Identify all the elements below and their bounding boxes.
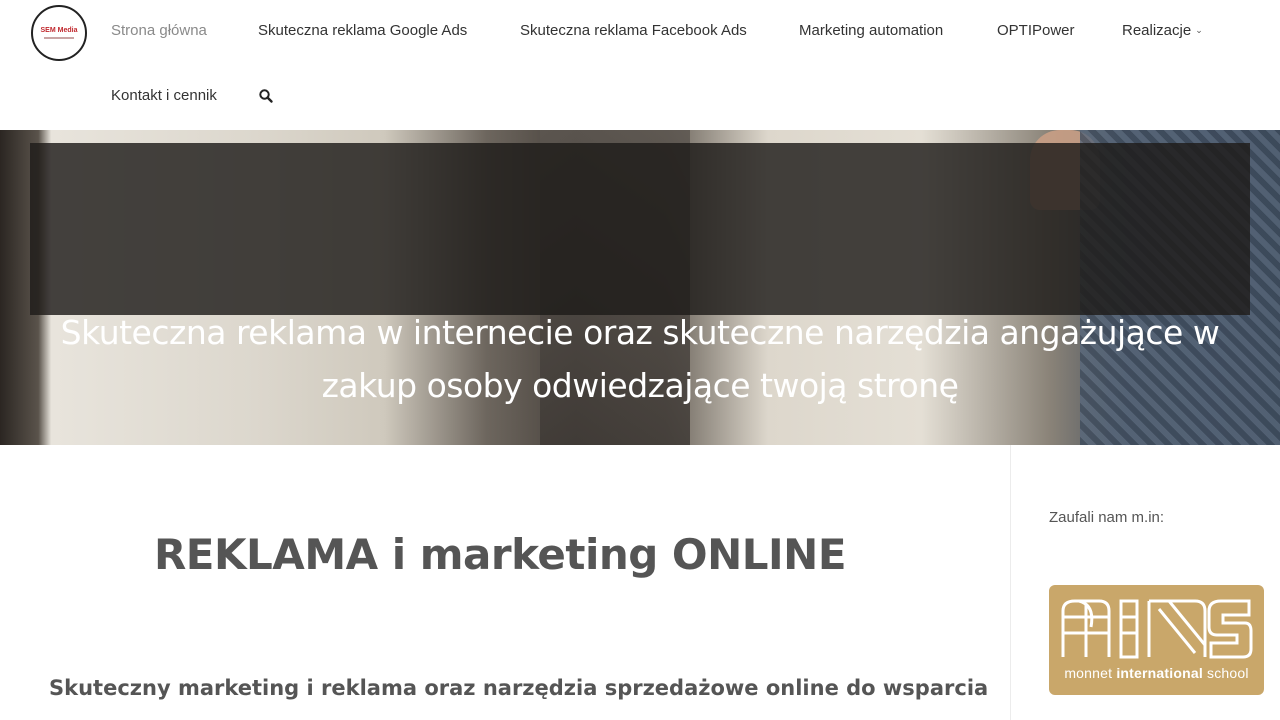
sidebar-clients-label: Zaufali nam m.in:: [1049, 509, 1165, 526]
hero-title: Skuteczna reklama w internecie oraz skut…: [60, 313, 1220, 405]
nav-item-realizacje[interactable]: Realizacje ⌄: [1122, 22, 1203, 39]
nav-item-google-ads[interactable]: Skuteczna reklama Google Ads: [258, 22, 467, 39]
site-header: SEM Media Strona główna Skuteczna reklam…: [0, 0, 1280, 130]
page-subtitle: Skuteczny marketing i reklama oraz narzę…: [49, 676, 989, 700]
nav-item-realizacje-label: Realizacje: [1122, 22, 1192, 39]
partner-caption-suffix: school: [1202, 665, 1249, 681]
nav-item-facebook-ads[interactable]: Skuteczna reklama Facebook Ads: [520, 22, 747, 39]
partner-caption-prefix: monnet: [1064, 665, 1117, 681]
mis-logo-icon: [1061, 599, 1253, 659]
nav-item-marketing-automation[interactable]: Marketing automation: [799, 22, 943, 39]
nav-item-contact[interactable]: Kontakt i cennik: [111, 87, 217, 104]
search-icon[interactable]: [258, 88, 274, 104]
logo-tagline-line: [44, 37, 74, 39]
page-title: REKLAMA i marketing ONLINE: [153, 530, 847, 579]
logo-text: SEM Media: [40, 27, 78, 34]
hero-overlay: [30, 143, 1250, 315]
site-logo[interactable]: SEM Media: [31, 5, 87, 61]
chevron-down-icon: ⌄: [1195, 25, 1203, 35]
sidebar-divider: [1010, 445, 1011, 720]
partner-caption-bold: international: [1116, 665, 1203, 681]
partner-logo-monnet[interactable]: monnet international school: [1049, 585, 1264, 695]
nav-item-optipower[interactable]: OPTIPower: [997, 22, 1075, 39]
nav-item-home[interactable]: Strona główna: [111, 22, 207, 39]
partner-caption: monnet international school: [1049, 665, 1264, 681]
